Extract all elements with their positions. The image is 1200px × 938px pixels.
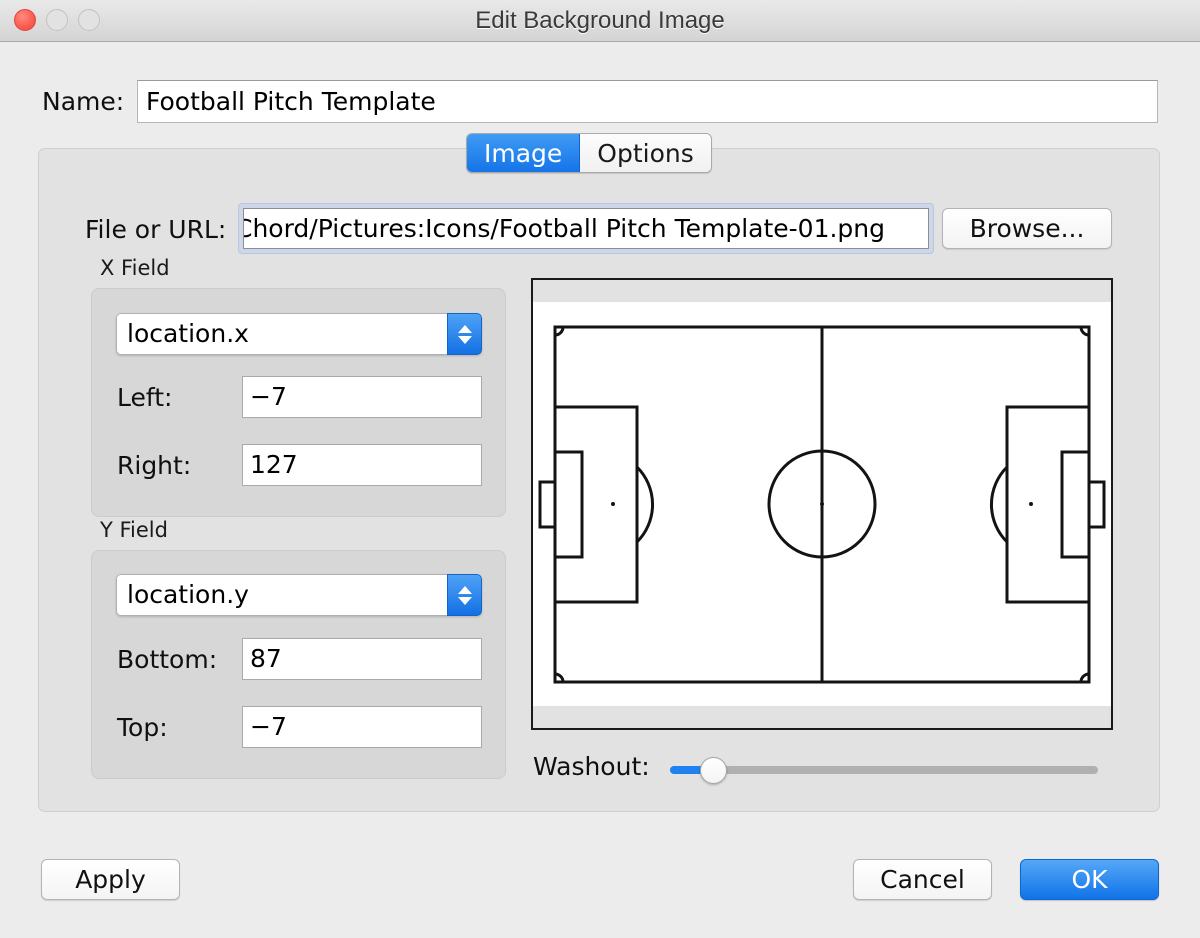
name-row: Name: Football Pitch Template [0, 80, 1200, 125]
y-top-input[interactable]: −7 [242, 706, 482, 748]
football-pitch-image [533, 302, 1111, 706]
chevron-down-icon [458, 336, 472, 344]
chevron-up-icon [458, 586, 472, 594]
preview-top-band [533, 280, 1111, 302]
preview-bottom-band [533, 706, 1111, 728]
x-field-group-title: X Field [100, 256, 170, 280]
apply-button[interactable]: Apply [41, 859, 180, 900]
x-left-label: Left: [117, 383, 172, 412]
chevron-up-icon [458, 325, 472, 333]
left-penalty-spot-icon [611, 502, 615, 506]
washout-slider-track[interactable] [670, 766, 1098, 774]
ok-button[interactable]: OK [1020, 859, 1159, 900]
cancel-button[interactable]: Cancel [853, 859, 992, 900]
y-field-group-title: Y Field [100, 518, 168, 542]
browse-button[interactable]: Browse... [942, 208, 1112, 249]
image-preview [531, 278, 1113, 730]
tab-options[interactable]: Options [580, 134, 710, 172]
y-field-stepper-icon[interactable] [447, 574, 482, 616]
tab-image[interactable]: Image [467, 134, 580, 172]
x-field-combo-value: location.x [116, 313, 447, 355]
centre-spot-icon [820, 502, 824, 506]
chevron-down-icon [458, 597, 472, 605]
y-bottom-input[interactable]: 87 [242, 638, 482, 680]
file-or-url-label: File or URL: [85, 215, 226, 244]
x-left-input[interactable]: −7 [242, 376, 482, 418]
edit-background-image-window: Edit Background Image Name: Football Pit… [0, 0, 1200, 938]
y-bottom-label: Bottom: [117, 645, 217, 674]
x-field-combo[interactable]: location.x [116, 313, 482, 355]
washout-slider[interactable] [670, 757, 1098, 783]
washout-slider-knob[interactable] [700, 757, 727, 784]
file-or-url-field-focus-ring: Chord/Pictures:Icons/Football Pitch Temp… [238, 203, 934, 254]
y-field-combo[interactable]: location.y [116, 574, 482, 616]
window-title: Edit Background Image [0, 7, 1200, 35]
y-field-combo-value: location.y [116, 574, 447, 616]
x-right-input[interactable]: 127 [242, 444, 482, 486]
right-penalty-spot-icon [1029, 502, 1033, 506]
file-or-url-input[interactable]: Chord/Pictures:Icons/Football Pitch Temp… [243, 208, 929, 249]
football-pitch-svg [533, 302, 1111, 706]
x-field-stepper-icon[interactable] [447, 313, 482, 355]
y-top-label: Top: [117, 713, 168, 742]
name-input[interactable]: Football Pitch Template [137, 80, 1158, 123]
x-right-label: Right: [117, 451, 191, 480]
washout-label: Washout: [533, 752, 650, 781]
tab-bar: Image Options [466, 133, 712, 173]
name-label: Name: [42, 87, 124, 116]
window-titlebar: Edit Background Image [0, 0, 1200, 42]
